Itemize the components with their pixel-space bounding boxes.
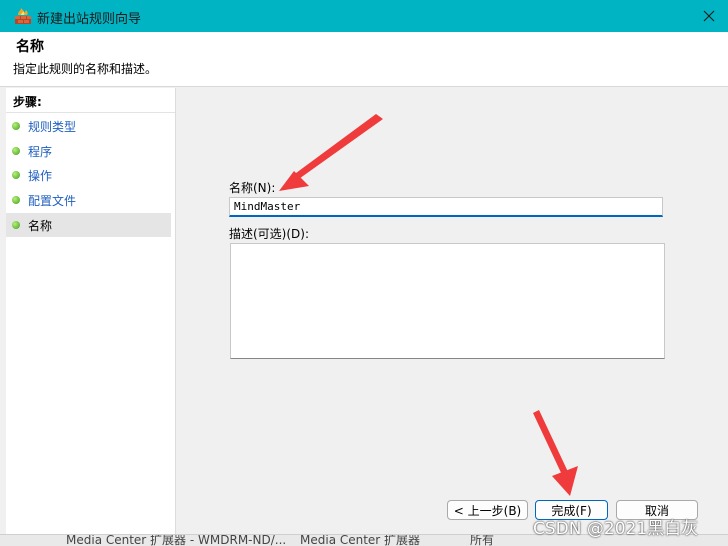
annotation-arrow — [279, 114, 383, 191]
annotation-arrow — [533, 410, 578, 496]
wizard-window: 新建出站规则向导 名称 指定此规则的名称和描述。 步骤: 规则类型 程序 操作 … — [0, 0, 728, 546]
watermark: CSDN @2021黑白灰 — [533, 519, 699, 539]
annotation-arrows — [279, 114, 578, 496]
